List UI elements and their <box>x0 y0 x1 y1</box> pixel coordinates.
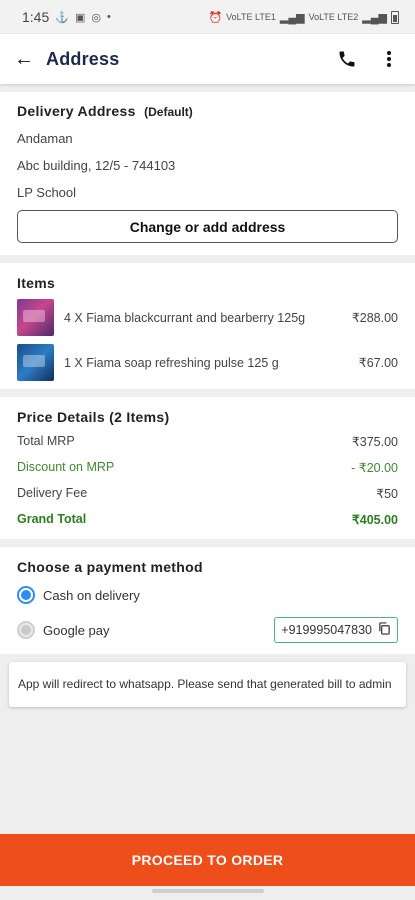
back-arrow-icon[interactable]: ← <box>14 48 40 71</box>
grand-total-row: Grand Total ₹405.00 <box>17 512 398 527</box>
address-line-1: Andaman <box>17 131 73 146</box>
item-price: ₹288.00 <box>351 311 398 325</box>
grand-total-label: Grand Total <box>17 512 87 526</box>
gesture-nav-handle[interactable] <box>152 889 264 893</box>
network-label-2: VoLTE LTE2 <box>308 12 359 22</box>
discount-label: Discount on MRP <box>17 460 115 474</box>
whatsapp-note: App will redirect to whatsapp. Please se… <box>9 662 406 707</box>
status-bar: 1:45 ⚓ ▣ ◎ • ⏰ VoLTE LTE1 ▂▄▆ VoLTE LTE2… <box>0 0 415 34</box>
list-item[interactable]: 4 X Fiama blackcurrant and bearberry 125… <box>17 299 398 336</box>
delivery-address-title: Delivery Address <box>17 103 136 119</box>
price-details-card: Price Details (2 Items) Total MRP ₹375.0… <box>0 397 415 539</box>
phone-icon[interactable] <box>335 47 359 71</box>
items-card: Items 4 X Fiama blackcurrant and bearber… <box>0 263 415 389</box>
payment-option-gpay[interactable]: Google pay +919995047830 <box>17 616 398 644</box>
item-name: 1 X Fiama soap refreshing pulse 125 g <box>64 355 279 370</box>
item-name: 4 X Fiama blackcurrant and bearberry 125… <box>64 310 306 325</box>
product-thumbnail <box>17 344 54 381</box>
payment-option-cod[interactable]: Cash on delivery <box>17 581 398 609</box>
gpay-label[interactable]: Google pay <box>43 623 274 638</box>
gpay-radio[interactable] <box>17 621 35 639</box>
discount-row: Discount on MRP - ₹20.00 <box>17 460 398 475</box>
status-left: 1:45 ⚓ ▣ ◎ • <box>22 9 111 25</box>
status-time: 1:45 <box>22 9 50 25</box>
radio-dot <box>21 590 31 600</box>
items-title: Items <box>17 275 56 291</box>
payment-method-title: Choose a payment method <box>17 559 203 575</box>
delivery-fee-row: Delivery Fee ₹50 <box>17 486 398 501</box>
delivery-fee-label: Delivery Fee <box>17 486 88 500</box>
discount-value: - ₹20.00 <box>351 461 398 475</box>
delivery-address-card: Delivery Address (Default) Andaman Abc b… <box>0 92 415 255</box>
delivery-address-header: Delivery Address (Default) <box>17 103 398 121</box>
address-line-3: LP School <box>17 185 77 200</box>
copy-icon[interactable] <box>378 622 391 638</box>
delivery-fee-value: ₹50 <box>376 487 398 501</box>
radio-dot <box>21 625 31 635</box>
grand-total-value: ₹405.00 <box>351 513 398 527</box>
default-tag: (Default) <box>144 105 193 119</box>
gpay-number-copy[interactable]: +919995047830 <box>274 617 398 643</box>
usb-icon: ⚓ <box>55 11 69 24</box>
item-price: ₹67.00 <box>358 356 398 370</box>
product-thumbnail <box>17 299 54 336</box>
gallery-icon: ▣ <box>74 11 86 24</box>
list-item[interactable]: 1 X Fiama soap refreshing pulse 125 g ₹6… <box>17 344 398 381</box>
page-title: Address <box>46 48 120 69</box>
network-label-1: VoLTE LTE1 <box>226 12 276 22</box>
payment-method-card: Choose a payment method Cash on delivery… <box>0 547 415 654</box>
status-right: ⏰ VoLTE LTE1 ▂▄▆ VoLTE LTE2 ▂▄▆ <box>208 10 399 24</box>
total-mrp-value: ₹375.00 <box>351 435 398 449</box>
total-mrp-label: Total MRP <box>17 434 75 448</box>
gpay-number: +919995047830 <box>281 623 372 637</box>
cod-radio[interactable] <box>17 586 35 604</box>
dot-icon: • <box>106 11 111 23</box>
more-options-icon[interactable] <box>377 47 401 71</box>
alarm-icon: ⏰ <box>208 11 223 24</box>
total-mrp-row: Total MRP ₹375.00 <box>17 434 398 449</box>
instagram-icon: ◎ <box>91 11 101 24</box>
address-line-2: Abc building, 12/5 - 744103 <box>17 158 176 173</box>
signal-icon: ▂▄▆ <box>279 11 305 24</box>
app-bar: ← Address <box>0 34 415 84</box>
price-details-title: Price Details (2 Items) <box>17 409 170 425</box>
battery-icon <box>391 10 399 24</box>
proceed-to-order-button[interactable]: PROCEED TO ORDER <box>0 834 415 886</box>
change-address-button[interactable]: Change or add address <box>17 210 398 243</box>
signal-icon: ▂▄▆ <box>362 11 387 24</box>
cod-label[interactable]: Cash on delivery <box>43 588 398 603</box>
